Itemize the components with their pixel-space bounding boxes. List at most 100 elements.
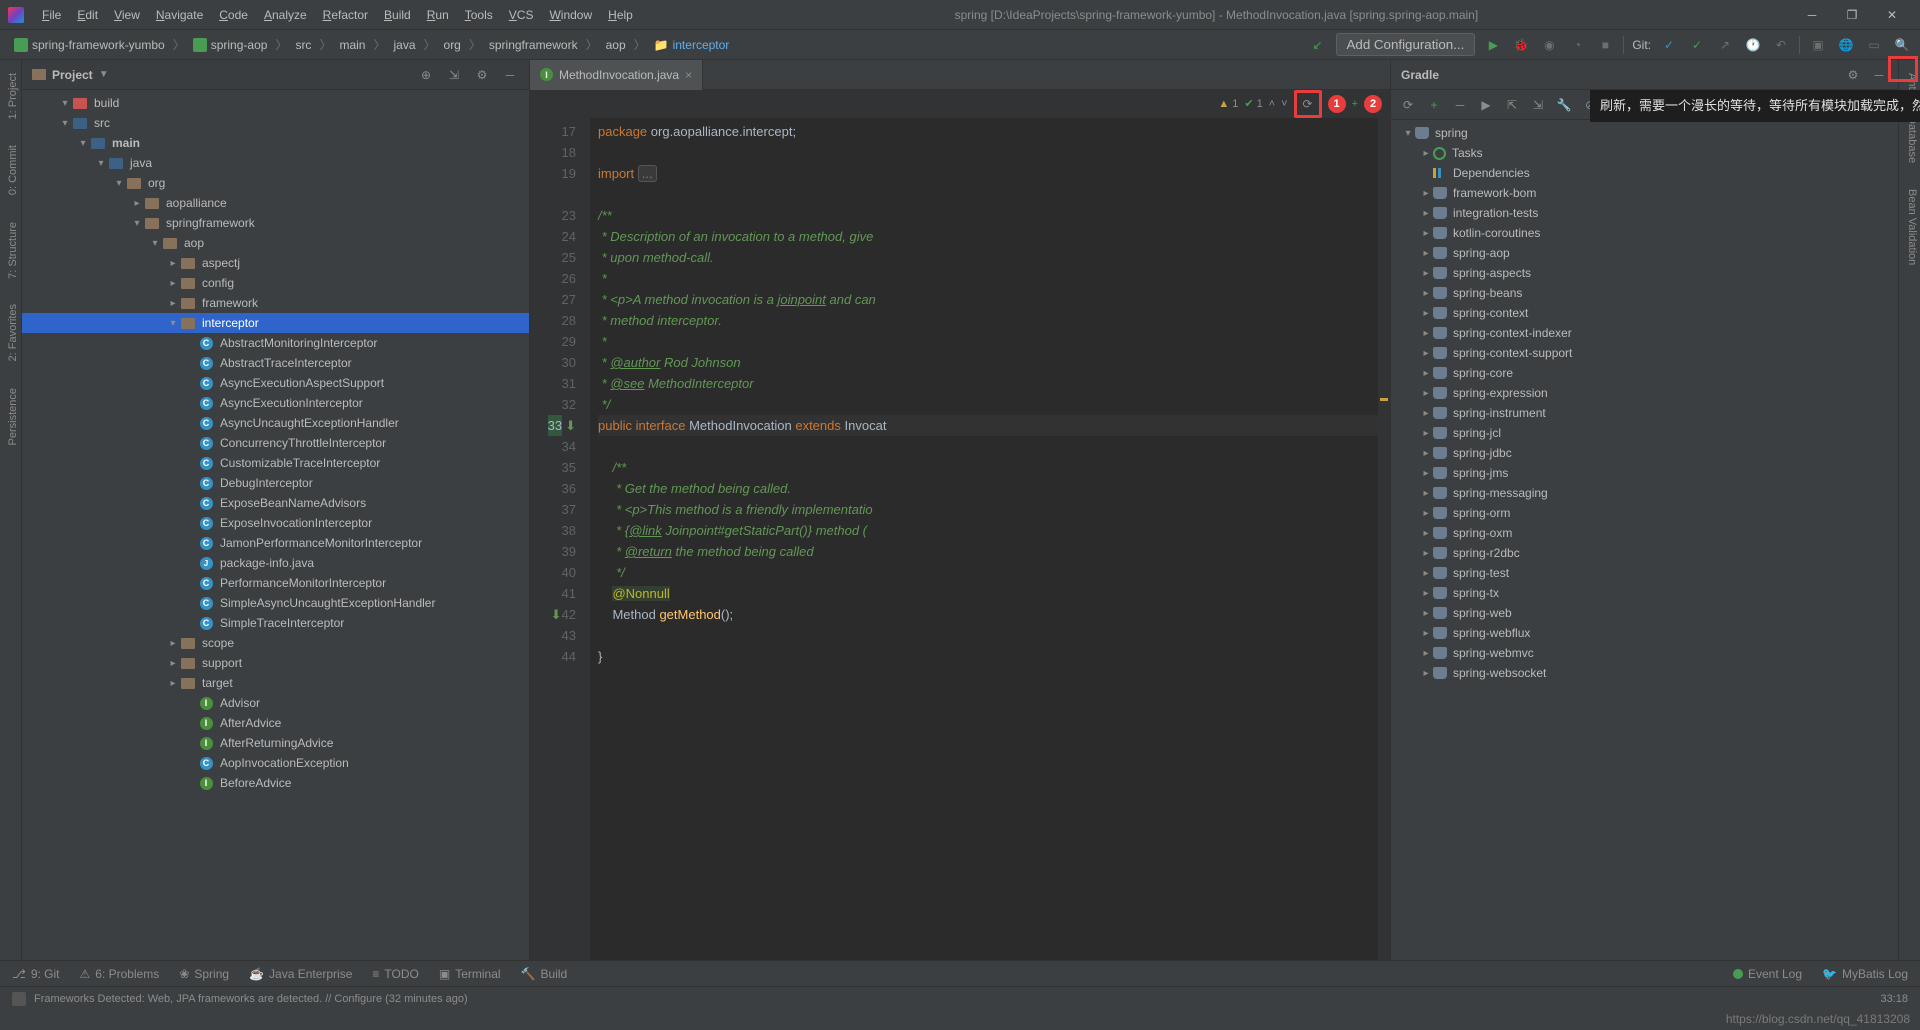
code-line[interactable]: * — [598, 331, 1378, 352]
tree-item[interactable]: CJamonPerformanceMonitorInterceptor — [22, 533, 529, 553]
error-stripe[interactable] — [1378, 118, 1390, 960]
tree-item[interactable]: CAbstractMonitoringInterceptor — [22, 333, 529, 353]
menu-refactor[interactable]: Refactor — [315, 4, 376, 26]
gradle-item[interactable]: ▸spring-aop — [1391, 243, 1898, 263]
tree-item[interactable]: ▸framework — [22, 293, 529, 313]
code-line[interactable]: /** — [598, 457, 1378, 478]
tree-item[interactable]: CConcurrencyThrottleInterceptor — [22, 433, 529, 453]
tree-item[interactable]: CAopInvocationException — [22, 753, 529, 773]
gradle-item[interactable]: ▸spring-jcl — [1391, 423, 1898, 443]
breadcrumb[interactable]: spring-framework-yumbo — [8, 36, 171, 54]
gradle-item[interactable]: ▸spring-instrument — [1391, 403, 1898, 423]
tree-item[interactable]: ▾src — [22, 113, 529, 133]
tree-item[interactable]: IAdvisor — [22, 693, 529, 713]
menu-code[interactable]: Code — [211, 4, 256, 26]
code-line[interactable]: * method interceptor. — [598, 310, 1378, 331]
collapse-all-icon[interactable]: ⇲ — [445, 66, 463, 84]
gradle-item[interactable]: ▸spring-webmvc — [1391, 643, 1898, 663]
tree-item[interactable]: Jpackage-info.java — [22, 553, 529, 573]
code-line[interactable]: /** — [598, 205, 1378, 226]
tree-item[interactable]: ▾main — [22, 133, 529, 153]
gradle-item[interactable]: ▸spring-jms — [1391, 463, 1898, 483]
breadcrumb[interactable]: org — [438, 36, 467, 54]
gradle-item[interactable]: ▸spring-aspects — [1391, 263, 1898, 283]
locate-file-icon[interactable]: ⊕ — [417, 66, 435, 84]
gradle-item[interactable]: ▸spring-core — [1391, 363, 1898, 383]
gradle-item[interactable]: ▸spring-websocket — [1391, 663, 1898, 683]
run-config-selector[interactable]: Add Configuration... — [1336, 33, 1476, 56]
tree-item[interactable]: ▸aspectj — [22, 253, 529, 273]
close-button[interactable]: ✕ — [1872, 1, 1912, 29]
bottom-tab-build[interactable]: 🔨Build — [521, 967, 568, 981]
code-line[interactable]: public interface MethodInvocation extend… — [598, 415, 1378, 436]
code-line[interactable]: * @see MethodInterceptor — [598, 373, 1378, 394]
breadcrumb[interactable]: 📁 interceptor — [648, 36, 736, 54]
menu-file[interactable]: File — [34, 4, 69, 26]
bottom-tab-term[interactable]: ▣Terminal — [439, 967, 501, 981]
translate-icon[interactable]: 🌐 — [1836, 35, 1856, 55]
gradle-item[interactable]: ▸spring-test — [1391, 563, 1898, 583]
tree-item[interactable]: CDebugInterceptor — [22, 473, 529, 493]
breadcrumb[interactable]: spring-aop — [187, 36, 274, 54]
tree-item[interactable]: CCustomizableTraceInterceptor — [22, 453, 529, 473]
code-line[interactable] — [598, 625, 1378, 646]
code-line[interactable]: * Description of an invocation to a meth… — [598, 226, 1378, 247]
hide-panel-icon[interactable]: ─ — [501, 66, 519, 84]
breadcrumb[interactable]: aop — [600, 36, 632, 54]
gradle-item[interactable]: ▸integration-tests — [1391, 203, 1898, 223]
coverage-icon[interactable]: ◉ — [1539, 35, 1559, 55]
menu-help[interactable]: Help — [600, 4, 641, 26]
gradle-item[interactable]: ▸spring-r2dbc — [1391, 543, 1898, 563]
inspection-ok-icon[interactable]: ✔ — [1244, 97, 1253, 110]
tree-item[interactable]: CAsyncUncaughtExceptionHandler — [22, 413, 529, 433]
tree-item[interactable]: IAfterAdvice — [22, 713, 529, 733]
gradle-run-icon[interactable]: ▶ — [1477, 96, 1495, 114]
menu-build[interactable]: Build — [376, 4, 419, 26]
bottom-tab-git[interactable]: ⎇9: Git — [12, 967, 60, 981]
gradle-item[interactable]: ▸spring-context-support — [1391, 343, 1898, 363]
stop-icon[interactable]: ■ — [1595, 35, 1615, 55]
gradle-refresh-icon[interactable]: ⟳ — [1399, 96, 1417, 114]
project-panel-title[interactable]: Project ▼ — [32, 68, 109, 82]
menu-edit[interactable]: Edit — [69, 4, 106, 26]
gradle-item[interactable]: ▸kotlin-coroutines — [1391, 223, 1898, 243]
prev-highlight-icon[interactable]: ˄ — [1269, 98, 1275, 110]
tree-item[interactable]: ▾org — [22, 173, 529, 193]
left-tab[interactable]: 2: Favorites — [0, 296, 21, 369]
hide-gradle-icon[interactable]: ─ — [1870, 66, 1888, 84]
vcs-commit-icon[interactable]: ✓ — [1687, 35, 1707, 55]
gradle-item[interactable]: ▾spring — [1391, 123, 1898, 143]
code-line[interactable] — [598, 184, 1378, 205]
gradle-item[interactable]: ▸spring-context-indexer — [1391, 323, 1898, 343]
warning-icon[interactable]: ▲ — [1218, 98, 1229, 110]
gradle-item[interactable]: ▸framework-bom — [1391, 183, 1898, 203]
bottom-tab-todo[interactable]: ≡TODO — [372, 967, 418, 981]
gradle-detach-icon[interactable]: ─ — [1451, 96, 1469, 114]
menu-run[interactable]: Run — [419, 4, 457, 26]
gradle-wrench-icon[interactable]: 🔧 — [1555, 96, 1573, 114]
code-line[interactable]: package org.aopalliance.intercept; — [598, 121, 1378, 142]
tree-item[interactable]: CAsyncExecutionAspectSupport — [22, 373, 529, 393]
gradle-item[interactable]: ▸spring-expression — [1391, 383, 1898, 403]
profile-icon[interactable]: ◔ — [1567, 35, 1587, 55]
tree-item[interactable]: ▸target — [22, 673, 529, 693]
gradle-item[interactable]: Dependencies — [1391, 163, 1898, 183]
code-line[interactable] — [598, 436, 1378, 457]
left-tab[interactable]: Persistence — [0, 380, 21, 453]
search-everywhere-icon[interactable]: 🔍 — [1892, 35, 1912, 55]
menu-analyze[interactable]: Analyze — [256, 4, 315, 26]
editor-tab[interactable]: I MethodInvocation.java × — [530, 60, 703, 90]
gradle-item[interactable]: ▸spring-jdbc — [1391, 443, 1898, 463]
tree-item[interactable]: CAbstractTraceInterceptor — [22, 353, 529, 373]
menu-navigate[interactable]: Navigate — [148, 4, 211, 26]
tree-item[interactable]: IAfterReturningAdvice — [22, 733, 529, 753]
minimize-button[interactable]: ─ — [1792, 1, 1832, 29]
gradle-item[interactable]: ▸spring-webflux — [1391, 623, 1898, 643]
tree-item[interactable]: CExposeBeanNameAdvisors — [22, 493, 529, 513]
code-line[interactable]: Method getMethod(); — [598, 604, 1378, 625]
settings-icon[interactable]: ⚙ — [473, 66, 491, 84]
gradle-collapse-icon[interactable]: ⇲ — [1529, 96, 1547, 114]
breadcrumb[interactable]: springframework — [483, 36, 584, 54]
left-tab[interactable]: 1: Project — [0, 65, 21, 127]
tree-item[interactable]: CExposeInvocationInterceptor — [22, 513, 529, 533]
